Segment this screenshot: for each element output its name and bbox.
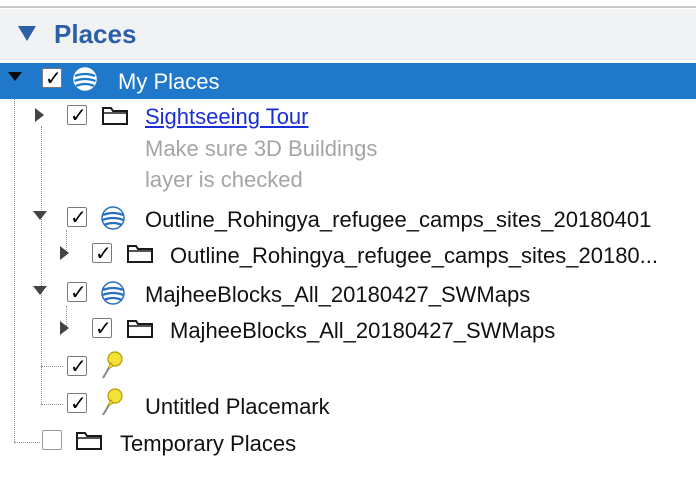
outline-kml-checkbox[interactable] [67,205,87,229]
folder-icon [126,242,154,269]
sightseeing-description: layer is checked [145,167,303,192]
tree-row-my-places[interactable] [0,63,696,99]
globe-icon [100,280,126,311]
globe-icon [72,66,98,97]
tree-guide-line [41,214,42,404]
tree-label-my-places[interactable]: My Places [118,69,219,95]
my-places-checkbox[interactable] [42,66,62,90]
folder-icon [126,317,154,344]
tree-label-majhee-kml[interactable]: MajheeBlocks_All_20180427_SWMaps [145,282,530,308]
expand-arrow-icon[interactable] [33,211,47,220]
untitled-placemark-checkbox[interactable] [67,391,87,415]
sightseeing-checkbox[interactable] [67,103,87,127]
tree-label-outline-folder[interactable]: Outline_Rohingya_refugee_camps_sites_201… [170,243,658,269]
folder-icon [101,104,129,131]
expand-arrow-icon[interactable] [8,72,22,81]
tree-guide-line [41,366,63,367]
globe-icon [100,205,126,236]
pushpin-icon [100,387,126,422]
pushpin-icon [100,350,126,385]
folder-icon [75,429,103,456]
top-border [0,6,696,8]
placemark-checkbox[interactable] [67,354,87,378]
places-panel-header[interactable]: Places [0,9,696,60]
panel-title: Places [54,19,137,49]
collapse-arrow-icon[interactable] [18,26,36,41]
temporary-places-checkbox[interactable] [42,430,62,450]
majhee-kml-checkbox[interactable] [67,280,87,304]
tree-label-majhee-folder[interactable]: MajheeBlocks_All_20180427_SWMaps [170,318,555,344]
tree-label-outline-kml[interactable]: Outline_Rohingya_refugee_camps_sites_201… [145,207,651,233]
tree-label-sightseeing-tour[interactable]: Sightseeing Tour [145,104,309,130]
expand-arrow-icon[interactable] [35,108,44,122]
outline-folder-checkbox[interactable] [92,241,112,265]
tree-guide-line [14,442,40,443]
expand-arrow-icon[interactable] [60,321,69,335]
tree-guide-line [14,96,15,442]
expand-arrow-icon[interactable] [33,286,47,295]
tree-guide-line [41,126,42,210]
expand-arrow-icon[interactable] [60,246,69,260]
tree-label-untitled-placemark[interactable]: Untitled Placemark [145,394,330,420]
majhee-folder-checkbox[interactable] [92,316,112,340]
sightseeing-description: Make sure 3D Buildings [145,136,378,161]
tree-guide-line [41,404,63,405]
tree-label-temporary-places[interactable]: Temporary Places [120,431,296,457]
